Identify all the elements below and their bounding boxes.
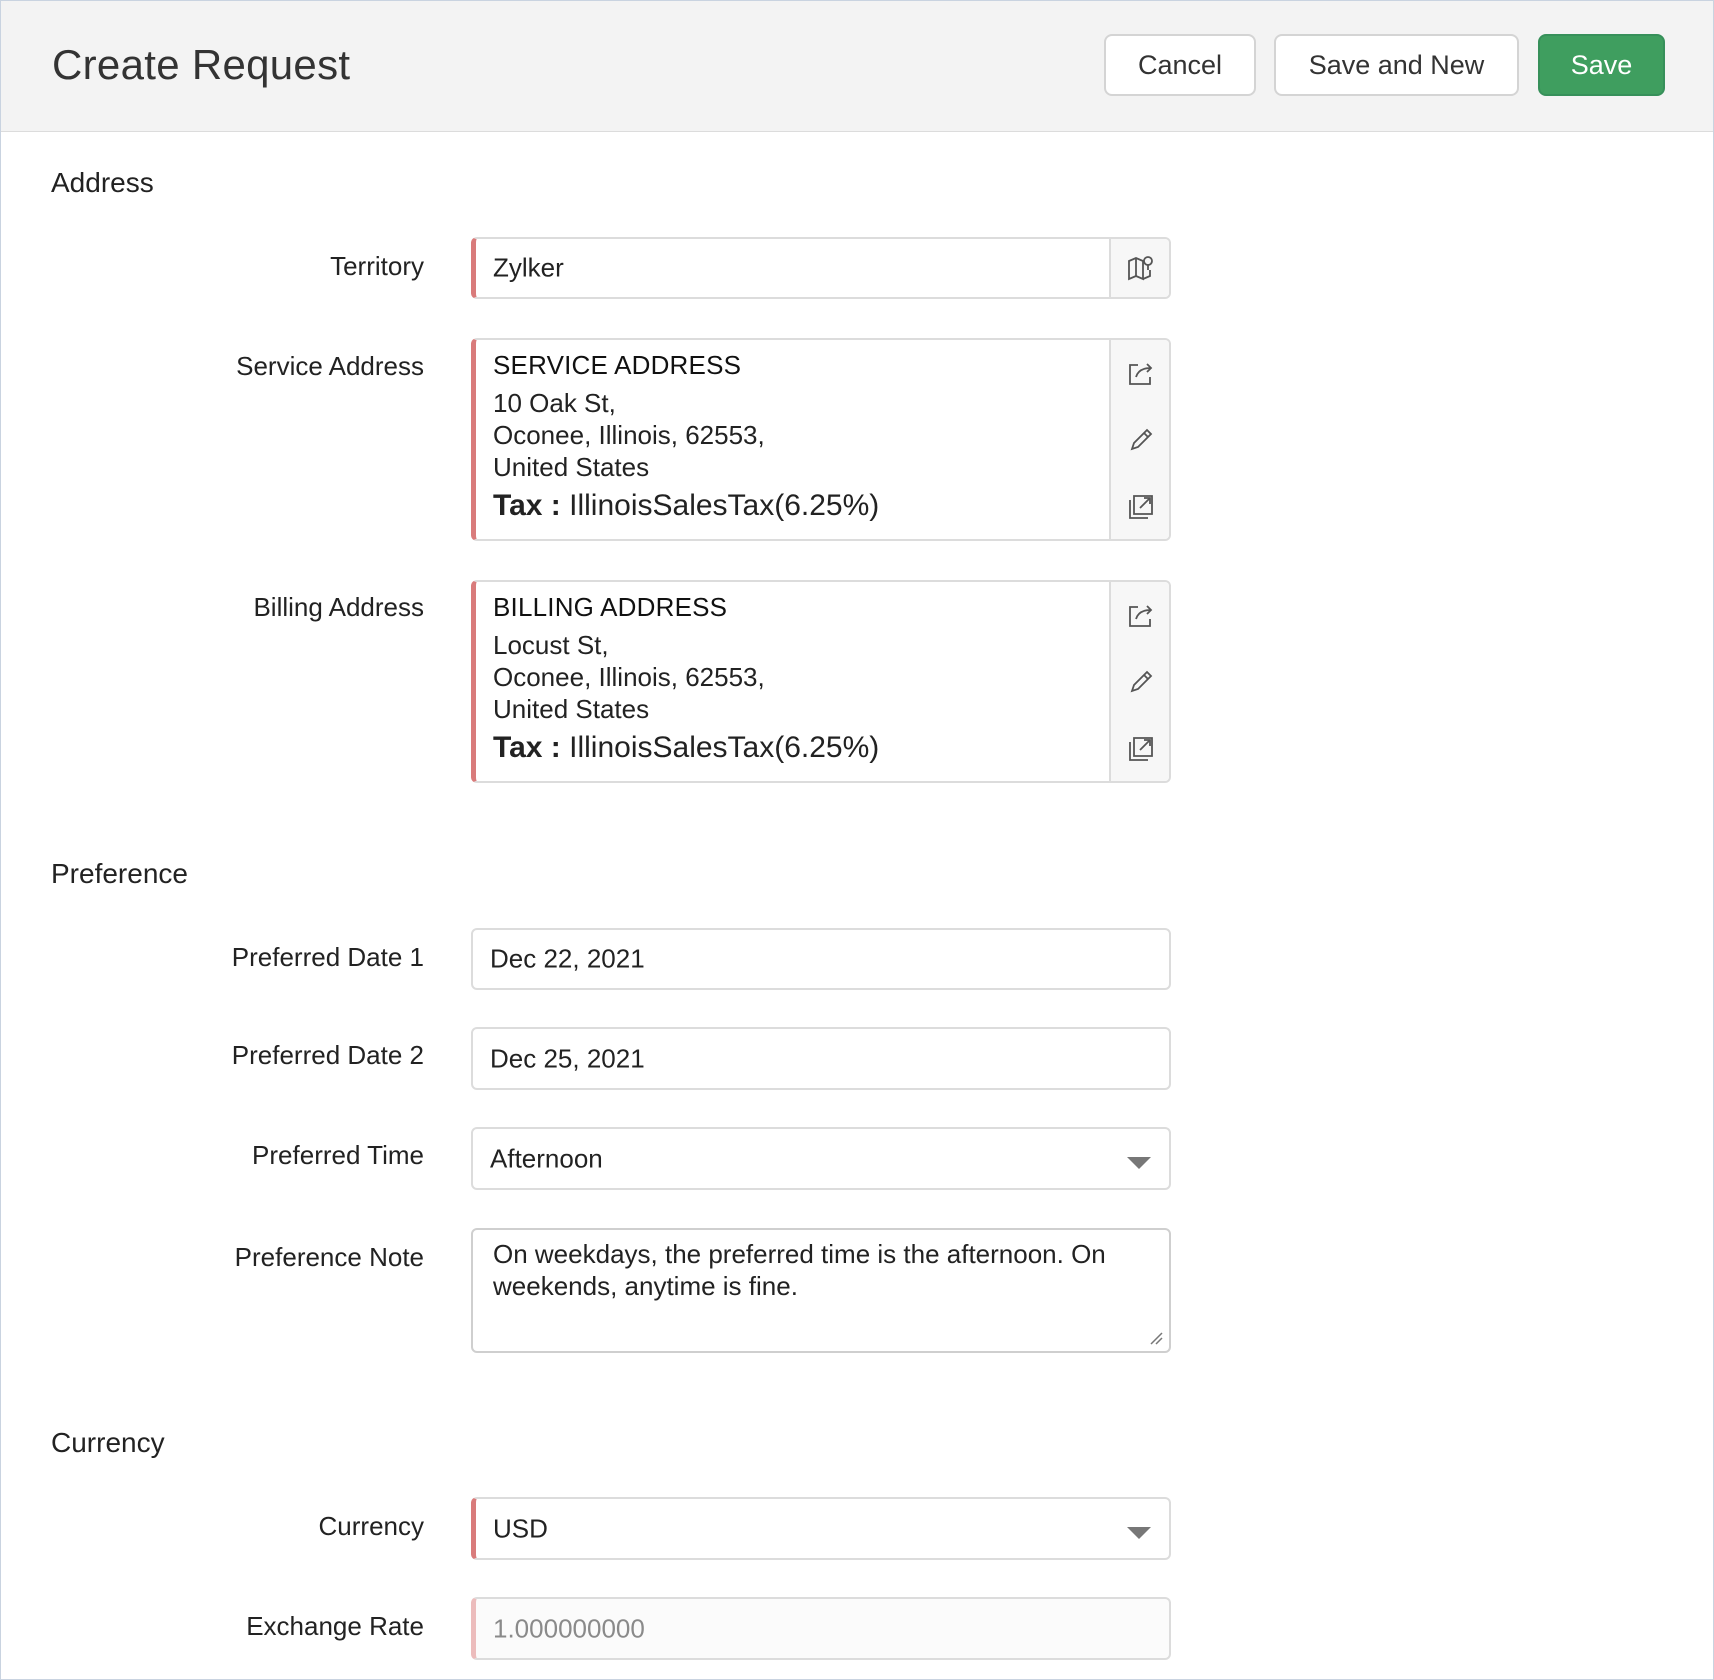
billing-address-tax: Tax : IllinoisSalesTax(6.25%) [493, 731, 1169, 765]
service-address-field[interactable]: SERVICE ADDRESS 10 Oak St, Oconee, Illin… [471, 338, 1171, 541]
service-address-action-panel [1109, 340, 1169, 539]
cancel-button[interactable]: Cancel [1104, 34, 1256, 96]
preference-note-value: On weekdays, the preferred time is the a… [493, 1239, 1106, 1301]
chevron-down-icon[interactable] [1127, 1526, 1151, 1539]
map-pin-icon[interactable] [1125, 252, 1157, 284]
service-address-line3: United States [493, 452, 650, 482]
territory-action-panel [1109, 239, 1169, 297]
preferred-date-1-field[interactable]: Dec 22, 2021 [471, 928, 1171, 990]
page-title: Create Request [52, 41, 351, 88]
billing-address-content: BILLING ADDRESS Locust St, Oconee, Illin… [476, 582, 1169, 765]
preferred-date-2-label: Preferred Date 2 [231, 1040, 424, 1070]
currency-select[interactable]: USD [471, 1497, 1171, 1560]
service-address-line2: Oconee, Illinois, 62553, [493, 420, 765, 450]
billing-address-line1: Locust St, [493, 630, 609, 660]
open-external-icon[interactable] [1125, 733, 1157, 765]
preferred-time-select[interactable]: Afternoon [471, 1127, 1171, 1190]
share-icon[interactable] [1125, 357, 1157, 389]
service-address-tax: Tax : IllinoisSalesTax(6.25%) [493, 489, 1169, 523]
tax-label: Tax : [493, 731, 561, 764]
service-address-line1: 10 Oak St, [493, 388, 616, 418]
territory-field[interactable]: Zylker [471, 237, 1171, 299]
billing-address-action-panel [1109, 582, 1169, 781]
service-address-heading: SERVICE ADDRESS [493, 350, 742, 380]
resize-grip-icon[interactable] [1147, 1329, 1163, 1345]
billing-address-label: Billing Address [253, 592, 424, 622]
currency-label: Currency [318, 1511, 424, 1541]
preferred-time-label: Preferred Time [252, 1140, 424, 1170]
service-address-label: Service Address [236, 351, 424, 381]
preference-note-label: Preference Note [234, 1242, 424, 1272]
preferred-date-1-label: Preferred Date 1 [231, 942, 424, 972]
tax-value: IllinoisSalesTax(6.25%) [560, 731, 880, 764]
preferred-date-1-value: Dec 22, 2021 [490, 943, 645, 974]
preference-note-textarea[interactable]: On weekdays, the preferred time is the a… [471, 1228, 1171, 1353]
exchange-rate-field: 1.000000000 [471, 1597, 1171, 1660]
currency-value: USD [493, 1513, 548, 1543]
exchange-rate-value: 1.000000000 [493, 1613, 645, 1643]
billing-address-line3: United States [493, 694, 650, 724]
page-header: Create Request Cancel Save and New Save [1, 1, 1713, 132]
edit-icon[interactable] [1125, 666, 1157, 698]
tax-label: Tax : [493, 489, 561, 522]
exchange-rate-label: Exchange Rate [246, 1611, 424, 1641]
preferred-time-value: Afternoon [490, 1143, 603, 1173]
preferred-date-2-value: Dec 25, 2021 [490, 1043, 645, 1073]
open-external-icon[interactable] [1125, 491, 1157, 523]
share-icon[interactable] [1125, 599, 1157, 631]
section-title-currency: Currency [51, 1427, 165, 1458]
billing-address-heading: BILLING ADDRESS [493, 592, 728, 622]
section-title-address: Address [51, 167, 154, 198]
tax-value: IllinoisSalesTax(6.25%) [560, 489, 880, 522]
billing-address-field[interactable]: BILLING ADDRESS Locust St, Oconee, Illin… [471, 580, 1171, 783]
service-address-content: SERVICE ADDRESS 10 Oak St, Oconee, Illin… [476, 340, 1169, 523]
save-and-new-button[interactable]: Save and New [1274, 34, 1519, 96]
territory-value: Zylker [493, 252, 564, 283]
save-button[interactable]: Save [1538, 34, 1665, 96]
billing-address-line2: Oconee, Illinois, 62553, [493, 662, 765, 692]
chevron-down-icon[interactable] [1127, 1156, 1151, 1169]
edit-icon[interactable] [1125, 424, 1157, 456]
territory-label: Territory [330, 251, 424, 281]
section-title-preference: Preference [51, 858, 188, 889]
preferred-date-2-field[interactable]: Dec 25, 2021 [471, 1027, 1171, 1090]
